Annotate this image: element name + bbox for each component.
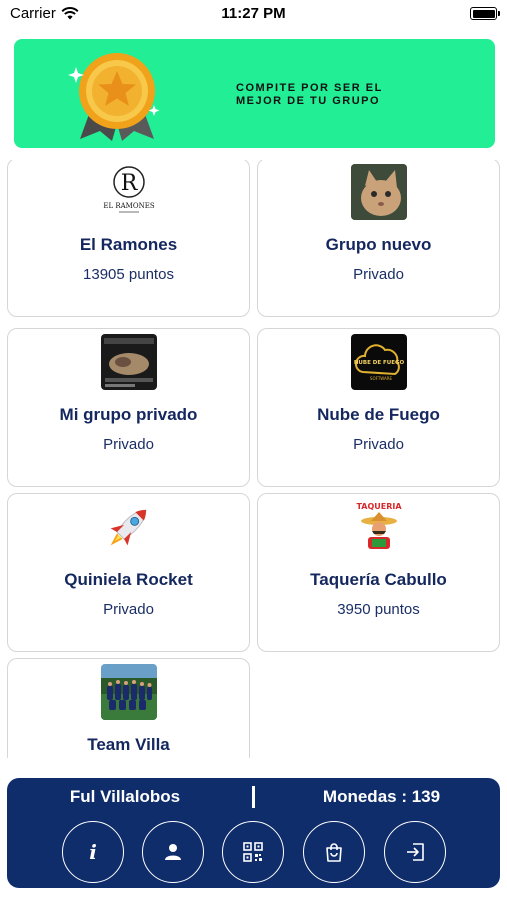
banner-text: COMPITE POR SER EL MEJOR DE TU GRUPO [236, 82, 436, 108]
banner-line-2: MEJOR DE TU GRUPO [236, 95, 381, 107]
group-logo [101, 499, 157, 555]
group-card[interactable]: NUBE DE FUEGO SOFTWARE Nube de Fuego Pri… [257, 328, 500, 487]
shop-button[interactable] [303, 821, 365, 883]
user-icon [165, 844, 181, 860]
group-name: Quiniela Rocket [64, 570, 193, 589]
svg-text:R: R [121, 171, 139, 196]
group-name: El Ramones [79, 235, 178, 254]
taqueria-logo-icon: TAQUERIA [351, 499, 407, 555]
shopping-bag-icon [326, 843, 342, 862]
qr-code-icon [243, 842, 263, 862]
medal-icon [68, 53, 160, 141]
group-status: Privado [103, 601, 154, 618]
group-status: 3950 puntos [337, 601, 420, 618]
group-name: Taquería Cabullo [310, 570, 447, 589]
info-button[interactable]: i [62, 821, 124, 883]
ramones-logo-icon: R EL RAMONES [103, 166, 155, 213]
group-logo [101, 334, 157, 390]
group-card[interactable]: Grupo nuevo Privado [257, 160, 500, 317]
coins-balance: Monedas : 139 [322, 787, 441, 806]
group-status: Privado [353, 436, 404, 453]
bottom-bar: Ful Villalobos Monedas : 139 i [7, 778, 500, 888]
cat-photo-icon [351, 164, 407, 220]
ramones-logo-text: EL RAMONES [103, 202, 154, 210]
status-bar: Carrier 11:27 PM [0, 0, 507, 30]
rocket-icon [110, 509, 147, 546]
group-card[interactable]: Mi grupo privado Privado [7, 328, 250, 487]
group-card[interactable]: Team Villa [7, 658, 250, 758]
cloud-logo-sub: SOFTWARE [370, 376, 393, 381]
group-name: Nube de Fuego [317, 405, 440, 424]
logout-icon [407, 843, 424, 861]
group-logo [101, 664, 157, 720]
promo-banner[interactable]: COMPITE POR SER EL MEJOR DE TU GRUPO [14, 39, 495, 148]
group-card[interactable]: TAQUERIA Taquería Cabullo 3950 puntos [257, 493, 500, 652]
team-photo-icon [101, 664, 157, 720]
profile-button[interactable] [142, 821, 204, 883]
group-name: Grupo nuevo [325, 235, 432, 254]
group-name: Mi grupo privado [59, 405, 198, 424]
group-logo: R EL RAMONES [101, 164, 157, 220]
group-card[interactable]: Quiniela Rocket Privado [7, 493, 250, 652]
group-grid[interactable]: R EL RAMONES El Ramones 13905 puntos Gru… [0, 160, 507, 758]
banner-line-1: COMPITE POR SER EL [236, 82, 383, 94]
cloud-logo-text: NUBE DE FUEGO [354, 360, 405, 366]
logout-button[interactable] [384, 821, 446, 883]
group-status: Privado [353, 266, 404, 283]
group-status: 13905 puntos [83, 266, 174, 283]
group-logo: TAQUERIA [351, 499, 407, 555]
group-status: Privado [103, 436, 154, 453]
user-name: Ful Villalobos [69, 787, 181, 806]
info-icon: i [89, 840, 97, 864]
group-card[interactable]: R EL RAMONES El Ramones 13905 puntos [7, 160, 250, 317]
group-name: Team Villa [87, 735, 170, 754]
screenshot-thumb-icon [101, 334, 157, 390]
qr-button[interactable] [222, 821, 284, 883]
battery-icon [470, 7, 500, 20]
taqueria-logo-text: TAQUERIA [356, 502, 402, 511]
divider [252, 786, 255, 808]
group-logo: NUBE DE FUEGO SOFTWARE [351, 334, 407, 390]
cloud-logo-icon: NUBE DE FUEGO SOFTWARE [351, 334, 407, 390]
group-logo [351, 164, 407, 220]
status-time: 11:27 PM [221, 5, 286, 22]
